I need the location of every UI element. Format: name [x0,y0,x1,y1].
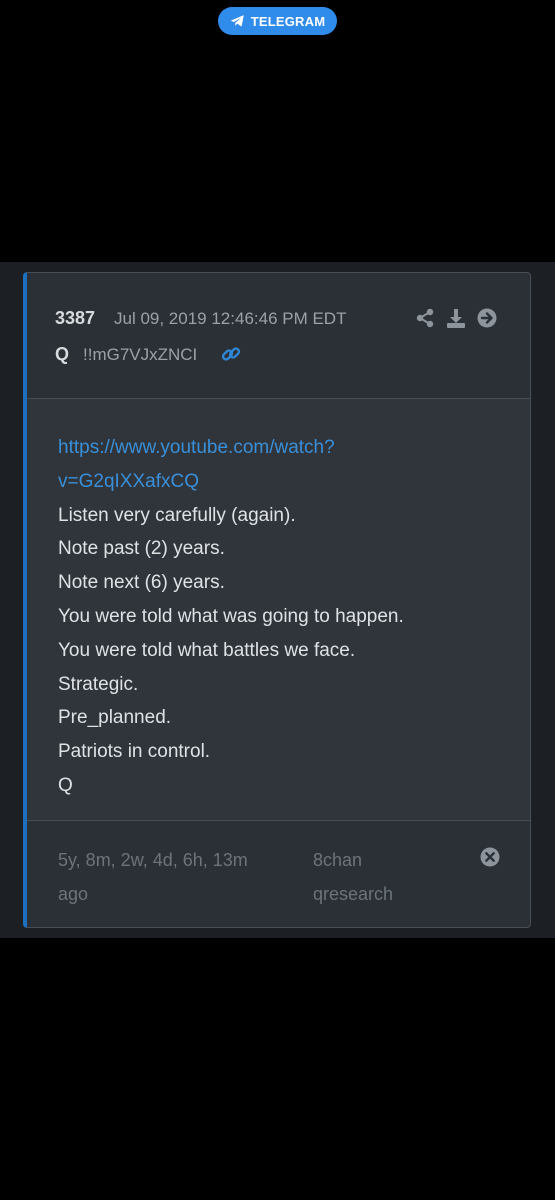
post-number[interactable]: 3387 [55,308,95,329]
post-actions [414,307,498,329]
telegram-label: TELEGRAM [250,13,326,29]
message-line: Note past (2) years. [58,538,225,560]
link-icon[interactable] [220,343,242,365]
message-line: Listen very carefully (again). [58,504,296,526]
post-age-suffix: ago [58,884,89,904]
post-card: 3387 Jul 09, 2019 12:46:46 PM EDT Q !!mG… [23,272,531,928]
source-board: qresearch [313,884,394,904]
source-site: 8chan [313,850,363,870]
message-line: You were told what battles we face. [58,639,356,661]
message-line: Strategic. [58,673,139,695]
post-source: 8chan qresearch [313,843,443,911]
share-icon[interactable] [414,307,436,329]
close-circle-icon[interactable] [480,847,500,867]
post-header: 3387 Jul 09, 2019 12:46:46 PM EDT Q !!mG… [27,273,530,399]
youtube-link[interactable]: https://www.youtube.com/watch? [58,431,404,465]
poster-name: Q [55,344,70,364]
tripcode: !!mG7VJxZNCI [83,345,198,364]
message-line: Note next (6) years. [58,572,225,594]
post-footer: 5y, 8m, 2w, 4d, 6h, 13m ago 8chan qresea… [27,821,530,927]
download-icon[interactable] [445,307,467,329]
message-line: Pre_planned. [58,707,172,729]
message-signature: Q [58,774,73,796]
paper-plane-icon [230,14,245,28]
message-line: Patriots in control. [58,741,211,763]
post-age: 5y, 8m, 2w, 4d, 6h, 13m ago [58,843,298,911]
post-body: https://www.youtube.com/watch? v=G2qIXXa… [27,399,530,821]
arrow-right-circle-icon[interactable] [476,307,498,329]
telegram-badge[interactable]: TELEGRAM [218,7,337,35]
message-line: You were told what was going to happen. [58,605,404,627]
post-message: https://www.youtube.com/watch? v=G2qIXXa… [58,431,404,803]
post-age-value: 5y, 8m, 2w, 4d, 6h, 13m [58,850,248,870]
youtube-link-continued[interactable]: v=G2qIXXafxCQ [58,465,404,499]
post-date: Jul 09, 2019 12:46:46 PM EDT [114,309,347,328]
